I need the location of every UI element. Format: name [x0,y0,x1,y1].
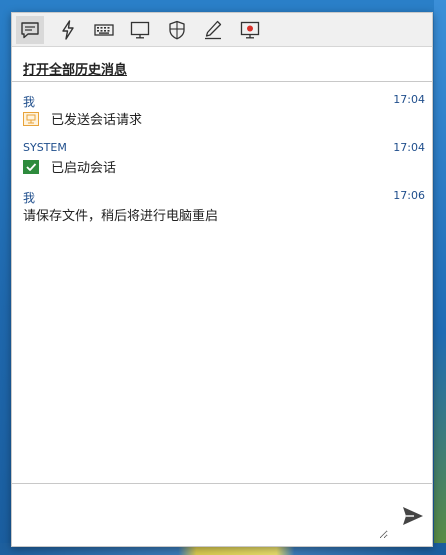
quick-action-button[interactable] [54,16,82,44]
screen-button[interactable] [126,16,154,44]
chat-button[interactable] [16,16,44,44]
keyboard-icon [94,24,114,36]
message-text: 已启动会话 [51,161,117,176]
desktop-edge [434,0,446,555]
message-sender: 我 [23,191,36,205]
composer-divider [12,483,432,484]
message-time: 17:04 [393,141,425,154]
message-time: 17:06 [393,189,425,202]
keyboard-button[interactable] [90,16,118,44]
message-body: 请保存文件，稍后将进行电脑重启 [23,205,218,224]
message-sender: 我 [23,95,36,109]
record-button[interactable] [236,16,264,44]
security-button[interactable] [163,16,191,44]
session-started-icon [23,159,39,174]
send-icon [403,507,423,525]
message-input[interactable] [18,491,388,539]
record-icon [240,21,260,39]
shield-icon [169,20,185,40]
message-text: 请保存文件，稍后将进行电脑重启 [23,209,219,224]
message-text: 已发送会话请求 [51,113,143,128]
toolbar [12,13,432,47]
chat-panel: 打开全部历史消息 我 17:04 已发送会话请求 SYSTEM 17:04 已启… [11,12,433,547]
open-history-link[interactable]: 打开全部历史消息 [23,59,127,78]
send-button[interactable] [400,503,426,529]
message-body: 已发送会话请求 [23,109,142,128]
pen-icon [205,20,222,40]
session-request-icon [23,111,39,126]
message-body: 已启动会话 [23,157,116,176]
lightning-icon [62,20,74,40]
monitor-icon [130,21,150,39]
message-time: 17:04 [393,93,425,106]
chat-icon [21,22,39,39]
divider [12,81,432,82]
annotate-button[interactable] [199,16,227,44]
message-sender: SYSTEM [23,141,67,154]
